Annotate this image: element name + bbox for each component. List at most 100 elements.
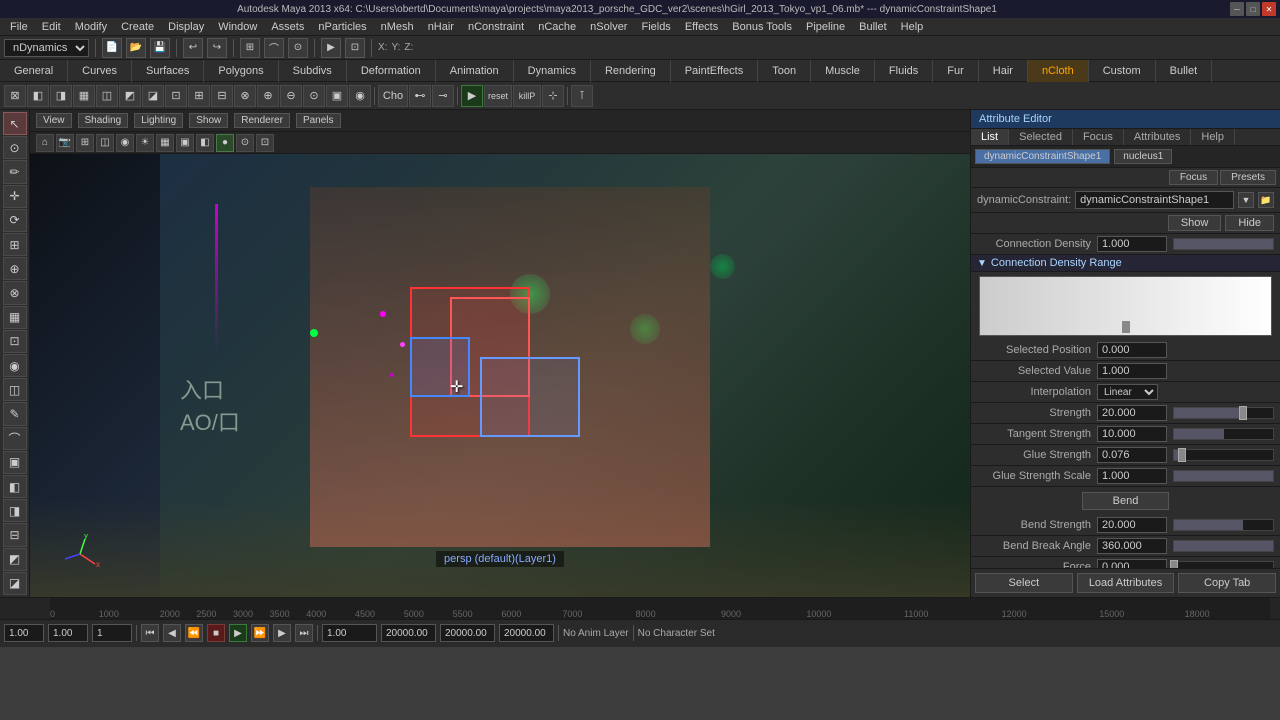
killp-btn[interactable]: killP [513,85,541,107]
ncloth-icon-20[interactable]: ⊺ [571,85,593,107]
glue-strength-scale-slider[interactable] [1173,470,1274,482]
fps-field[interactable] [499,624,554,642]
tab-curves[interactable]: Curves [68,60,132,82]
play-forward-btn[interactable]: ▶ [229,624,247,642]
back-frame-btn[interactable]: ⏪ [185,624,203,642]
selected-value-value[interactable] [1097,363,1167,379]
tab-surfaces[interactable]: Surfaces [132,60,204,82]
tab-bullet[interactable]: Bullet [1156,60,1213,82]
strength-slider[interactable] [1173,407,1274,419]
vp-icon-smooth[interactable]: ◉ [116,134,134,152]
copy-tab-button[interactable]: Copy Tab [1178,573,1276,593]
force-slider[interactable] [1173,561,1274,568]
menu-bullet[interactable]: Bullet [853,20,893,34]
menu-nparticles[interactable]: nParticles [312,20,372,34]
presets-button[interactable]: Presets [1220,170,1276,185]
ncloth-icon-3[interactable]: ◨ [50,85,72,107]
new-file-btn[interactable]: 📄 [102,38,122,58]
lasso-tool[interactable]: ⊙ [3,136,27,159]
append-poly[interactable]: ◧ [3,475,27,498]
menu-display[interactable]: Display [162,20,210,34]
tab-painteffects[interactable]: PaintEffects [671,60,759,82]
attr-tab-help[interactable]: Help [1191,129,1235,145]
extrude[interactable]: ◩ [3,548,27,571]
scale-tool[interactable]: ⊞ [3,233,27,256]
cho-btn[interactable]: Cho [378,85,408,107]
vp-icon-bbox[interactable]: ⊡ [256,134,274,152]
move-tool[interactable]: ✛ [3,185,27,208]
minimize-btn[interactable]: ─ [1230,2,1244,16]
tab-rendering[interactable]: Rendering [591,60,671,82]
menu-ncache[interactable]: nCache [532,20,582,34]
ncloth-icon-8[interactable]: ⊡ [165,85,187,107]
tab-deformation[interactable]: Deformation [347,60,436,82]
ncloth-icon-2[interactable]: ◧ [27,85,49,107]
ncloth-icon-16[interactable]: ◉ [349,85,371,107]
tab-subdivs[interactable]: Subdivs [279,60,347,82]
fwd-frame-btn[interactable]: ⏩ [251,624,269,642]
paint-tool[interactable]: ✏ [3,160,27,183]
bend-break-slider[interactable] [1173,540,1274,552]
viewport[interactable]: 入口AO/口 ✛ x y persp (default)(Layer1) [30,154,970,597]
rotate-tool[interactable]: ⟳ [3,209,27,232]
vp-renderer-btn[interactable]: Renderer [234,113,290,128]
bend-strength-value[interactable] [1097,517,1167,533]
ncloth-icon-17[interactable]: ⊷ [409,85,431,107]
bend-button[interactable]: Bend [1082,492,1170,510]
tab-hair[interactable]: Hair [979,60,1028,82]
attr-tab-list[interactable]: List [971,129,1009,145]
cv-tool[interactable]: ⊡ [3,330,27,353]
maximize-btn[interactable]: □ [1246,2,1260,16]
range-start-field[interactable] [322,624,377,642]
dynamics-dropdown[interactable]: nDynamics [4,39,89,57]
tab-polygons[interactable]: Polygons [204,60,278,82]
interpolation-select[interactable]: Linear Smooth Spline [1097,384,1158,400]
vp-icon-cam[interactable]: 📷 [56,134,74,152]
bend-strength-slider[interactable] [1173,519,1274,531]
save-btn[interactable]: 💾 [150,38,170,58]
tangent-strength-value[interactable] [1097,426,1167,442]
ncloth-icon-6[interactable]: ◩ [119,85,141,107]
vp-icon-wire[interactable]: ◫ [96,134,114,152]
timeline-ruler[interactable]: 0 1000 2000 2500 3000 3500 4000 4500 500… [0,598,1280,620]
attr-tab-attributes[interactable]: Attributes [1124,129,1191,145]
attr-tab-focus[interactable]: Focus [1073,129,1124,145]
play-btn-toolbar[interactable]: ▶ [461,85,483,107]
step-back-btn[interactable]: ⏮ [141,624,159,642]
pencil-tool[interactable]: ✎ [3,402,27,425]
gradient-handle[interactable] [1122,321,1130,333]
current-time-field[interactable] [440,624,495,642]
tab-general[interactable]: General [0,60,68,82]
menu-modify[interactable]: Modify [69,20,113,34]
ipr-btn[interactable]: ⊡ [345,38,365,58]
range-end-field[interactable] [381,624,436,642]
next-frame-btn[interactable]: ▶ [273,624,291,642]
vp-icon-tex[interactable]: ▣ [176,134,194,152]
ncloth-icon-13[interactable]: ⊖ [280,85,302,107]
connection-density-slider[interactable] [1173,238,1274,250]
ep-tool[interactable]: ◉ [3,354,27,377]
bezier-tool[interactable]: ◫ [3,378,27,401]
glue-strength-value[interactable] [1097,447,1167,463]
prev-frame-btn[interactable]: ◀ [163,624,181,642]
menu-file[interactable]: File [4,20,34,34]
menu-nconstraint[interactable]: nConstraint [462,20,530,34]
tab-fur[interactable]: Fur [933,60,979,82]
menu-bonus[interactable]: Bonus Tools [726,20,798,34]
ncloth-icon-15[interactable]: ▣ [326,85,348,107]
soft-mod[interactable]: ⊗ [3,281,27,304]
ncloth-icon-11[interactable]: ⊗ [234,85,256,107]
dynconstr-arrow-btn[interactable]: ▼ [1238,192,1254,208]
ncloth-icon-10[interactable]: ⊟ [211,85,233,107]
strength-value[interactable] [1097,405,1167,421]
snap-grid-btn[interactable]: ⊞ [240,38,260,58]
glue-handle[interactable] [1178,448,1186,462]
ncloth-icon-14[interactable]: ⊙ [303,85,325,107]
close-btn[interactable]: ✕ [1262,2,1276,16]
hide-button[interactable]: Hide [1225,215,1274,231]
bend-break-angle-value[interactable] [1097,538,1167,554]
glue-strength-scale-value[interactable] [1097,468,1167,484]
gradient-preview[interactable] [979,276,1272,336]
menu-help[interactable]: Help [895,20,930,34]
tab-muscle[interactable]: Muscle [811,60,875,82]
